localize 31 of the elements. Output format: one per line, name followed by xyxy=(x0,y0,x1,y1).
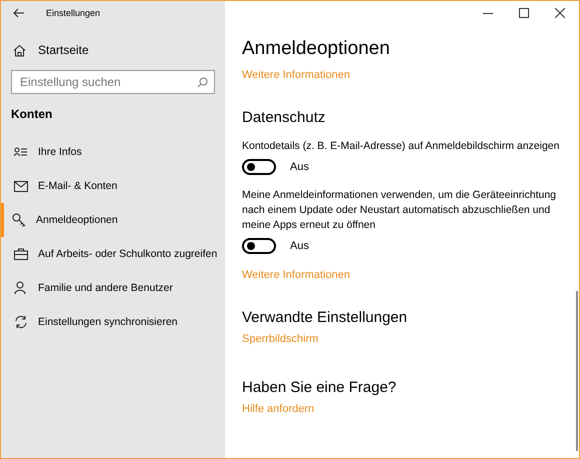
page-title: Anmeldeoptionen xyxy=(242,38,391,60)
toggle-state: Aus xyxy=(290,240,309,252)
section-heading: Haben Sie eine Frage? xyxy=(242,379,396,396)
toggle-state: Aus xyxy=(290,161,309,173)
mail-icon xyxy=(14,180,28,192)
section-heading: Konten xyxy=(11,107,54,121)
section-heading: Datenschutz xyxy=(242,109,326,126)
nav-item[interactable]: E-Mail- & Konten xyxy=(1,169,225,203)
back-arrow-icon[interactable] xyxy=(13,8,25,18)
nav-item[interactable]: Familie und andere Benutzer xyxy=(1,271,225,305)
nav-item[interactable]: Auf Arbeits- oder Schulkonto zugreifen xyxy=(1,237,225,271)
window-title: Einstellungen xyxy=(46,8,100,18)
search-icon xyxy=(197,77,208,88)
home-icon xyxy=(13,44,26,56)
nav-item[interactable]: Ihre Infos xyxy=(1,135,225,169)
section-heading: Verwandte Einstellungen xyxy=(242,309,408,326)
toggle-switch[interactable] xyxy=(242,238,276,254)
person-icon xyxy=(14,281,28,295)
person-list-icon xyxy=(14,146,28,158)
key-icon xyxy=(12,213,26,227)
maximize-icon[interactable] xyxy=(519,8,529,18)
sync-icon xyxy=(14,315,28,329)
briefcase-icon xyxy=(14,248,28,260)
search-field[interactable]: Einstellung suchen xyxy=(11,70,215,94)
setting-description: Kontodetails (z. B. E-Mail-Adresse) auf Anmeldebildschirm anzeigen xyxy=(242,139,560,154)
scrollbar[interactable] xyxy=(576,291,578,451)
setting-description: Meine Anmeldeinformationen verwenden, um die Geräteeinrichtung nach einem Update oder Neustart automatisch abzuschließen und meine Apps erneut zu öffnen xyxy=(242,188,558,233)
close-icon[interactable] xyxy=(555,8,565,18)
toggle-switch[interactable] xyxy=(242,159,276,175)
home-link[interactable]: Startseite xyxy=(13,43,225,57)
nav-item[interactable]: Einstellungen synchronisieren xyxy=(1,305,225,339)
